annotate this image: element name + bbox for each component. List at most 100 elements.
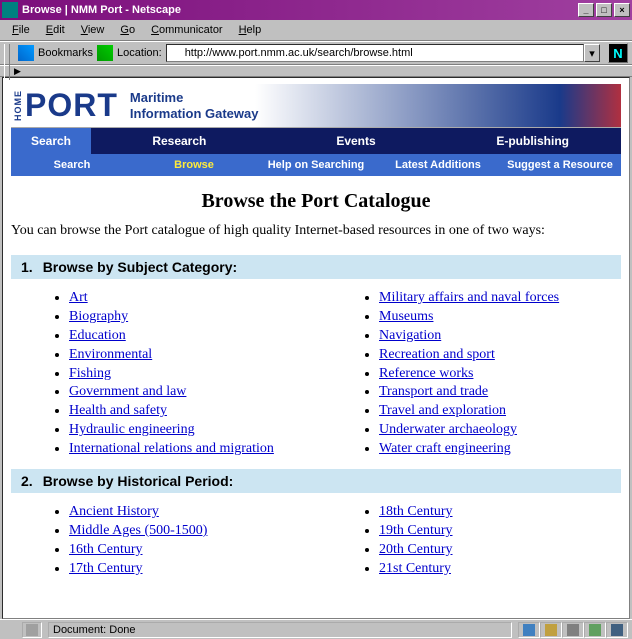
bookmarks-icon[interactable] — [18, 45, 34, 61]
menubar: File Edit View Go Communicator Help — [0, 20, 632, 41]
tagline-line: Information Gateway — [130, 106, 259, 122]
list-item: 19th Century — [379, 522, 621, 541]
app-icon — [2, 2, 18, 18]
subnav-search[interactable]: Search — [11, 159, 133, 171]
list-item: 16th Century — [69, 541, 311, 560]
personal-toolbar: ▶ — [0, 65, 632, 77]
category-link[interactable]: Ancient History — [69, 504, 159, 519]
category-link[interactable]: Education — [69, 328, 126, 343]
category-link[interactable]: Environmental — [69, 347, 152, 362]
category-link[interactable]: 19th Century — [379, 523, 453, 538]
category-link[interactable]: Art — [69, 290, 88, 305]
home-link[interactable]: HOME — [13, 90, 23, 121]
category-link[interactable]: Navigation — [379, 328, 441, 343]
category-link[interactable]: 18th Century — [379, 504, 453, 519]
site-header-banner: HOME PORT Maritime Information Gateway — [11, 84, 621, 128]
section-header: 2.Browse by Historical Period: — [11, 469, 621, 493]
primary-nav: Search Research Events E-publishing — [11, 128, 621, 154]
window-title: Browse | NMM Port - Netscape — [22, 4, 578, 16]
category-link[interactable]: Travel and exploration — [379, 403, 506, 418]
netscape-throbber-icon[interactable]: N — [608, 43, 628, 63]
list-item: 17th Century — [69, 560, 311, 579]
list-item: 21st Century — [379, 560, 621, 579]
category-link[interactable]: 20th Century — [379, 542, 453, 557]
maximize-button[interactable]: □ — [596, 3, 612, 17]
status-text: Document: Done — [48, 622, 512, 638]
list-item: Military affairs and naval forces — [379, 289, 621, 308]
toolbar-grip[interactable] — [4, 44, 10, 62]
component-composer-icon[interactable] — [606, 622, 628, 638]
category-link[interactable]: Military affairs and naval forces — [379, 290, 559, 305]
subnav-browse[interactable]: Browse — [133, 159, 255, 171]
statusbar-grip[interactable] — [4, 623, 16, 637]
category-link[interactable]: Fishing — [69, 366, 111, 381]
close-button[interactable]: × — [614, 3, 630, 17]
category-link[interactable]: 16th Century — [69, 542, 143, 557]
tab-events[interactable]: Events — [268, 128, 445, 154]
subnav-help[interactable]: Help on Searching — [255, 159, 377, 171]
list-item: Government and law — [69, 383, 311, 402]
category-link[interactable]: Recreation and sport — [379, 347, 495, 362]
section-number: 1. — [11, 255, 43, 279]
list-item: Health and safety — [69, 402, 311, 421]
category-link[interactable]: Reference works — [379, 366, 473, 381]
page-title: Browse the Port Catalogue — [11, 190, 621, 213]
list-item: Ancient History — [69, 503, 311, 522]
category-link[interactable]: Health and safety — [69, 403, 167, 418]
tab-epublishing[interactable]: E-publishing — [444, 128, 621, 154]
list-item: Hydraulic engineering — [69, 421, 311, 440]
location-label: Location: — [117, 47, 162, 59]
window-titlebar: Browse | NMM Port - Netscape _ □ × — [0, 0, 632, 20]
chevron-right-icon[interactable]: ▶ — [14, 66, 21, 77]
security-icon[interactable] — [22, 622, 42, 638]
minimize-button[interactable]: _ — [578, 3, 594, 17]
toolbar-grip[interactable] — [4, 62, 10, 80]
url-input[interactable] — [166, 44, 584, 62]
list-item: Navigation — [379, 327, 621, 346]
menu-communicator[interactable]: Communicator — [143, 22, 231, 38]
component-addressbook-icon[interactable] — [584, 622, 606, 638]
tagline-line: Maritime — [130, 90, 259, 106]
site-logo[interactable]: PORT — [25, 87, 118, 124]
tab-search[interactable]: Search — [11, 128, 91, 154]
statusbar: Document: Done — [0, 619, 632, 639]
category-link[interactable]: Museums — [379, 309, 433, 324]
menu-help[interactable]: Help — [231, 22, 270, 38]
list-item: Biography — [69, 308, 311, 327]
content-viewport: HOME PORT Maritime Information Gateway S… — [2, 77, 630, 619]
tab-research[interactable]: Research — [91, 128, 268, 154]
section-header: 1.Browse by Subject Category: — [11, 255, 621, 279]
bookmarks-label[interactable]: Bookmarks — [38, 47, 93, 59]
menu-file[interactable]: File — [4, 22, 38, 38]
category-link[interactable]: Middle Ages (500-1500) — [69, 523, 207, 538]
category-link[interactable]: Government and law — [69, 384, 186, 399]
list-item: Art — [69, 289, 311, 308]
category-link[interactable]: International relations and migration — [69, 441, 274, 456]
browse-columns: Ancient History Middle Ages (500-1500) 16t… — [11, 493, 621, 589]
list-item: Environmental — [69, 346, 311, 365]
category-link[interactable]: Water craft engineering — [379, 441, 511, 456]
subnav-latest[interactable]: Latest Additions — [377, 159, 499, 171]
menu-edit[interactable]: Edit — [38, 22, 73, 38]
menu-go[interactable]: Go — [112, 22, 143, 38]
site-tagline: Maritime Information Gateway — [130, 90, 259, 121]
category-link[interactable]: 17th Century — [69, 561, 143, 576]
subnav-suggest[interactable]: Suggest a Resource — [499, 159, 621, 171]
secondary-nav: Search Browse Help on Searching Latest A… — [11, 154, 621, 176]
category-link[interactable]: Biography — [69, 309, 128, 324]
url-dropdown-button[interactable]: ▾ — [584, 44, 600, 62]
category-link[interactable]: 21st Century — [379, 561, 451, 576]
component-news-icon[interactable] — [562, 622, 584, 638]
category-link[interactable]: Hydraulic engineering — [69, 422, 195, 437]
list-item: Underwater archaeology — [379, 421, 621, 440]
component-mail-icon[interactable] — [540, 622, 562, 638]
menu-view[interactable]: View — [73, 22, 113, 38]
list-item: International relations and migration — [69, 440, 311, 459]
location-icon — [97, 45, 113, 61]
category-link[interactable]: Transport and trade — [379, 384, 488, 399]
list-item: Reference works — [379, 365, 621, 384]
list-item: Recreation and sport — [379, 346, 621, 365]
component-navigator-icon[interactable] — [518, 622, 540, 638]
category-link[interactable]: Underwater archaeology — [379, 422, 517, 437]
section-label: Browse by Subject Category: — [43, 255, 343, 279]
